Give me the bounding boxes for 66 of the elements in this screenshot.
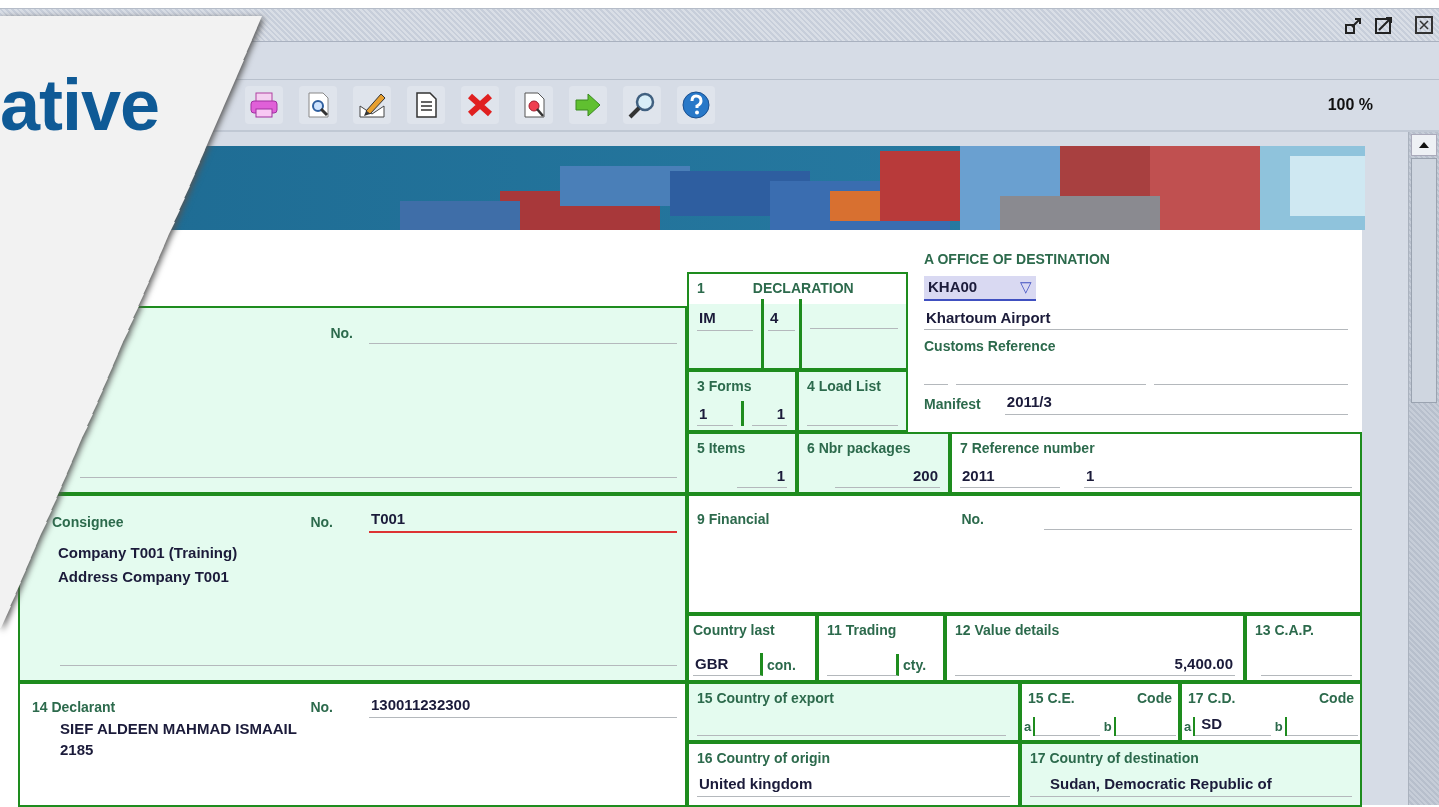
box-number: 1 bbox=[697, 279, 705, 298]
zoom-level: 100 % bbox=[1327, 95, 1373, 115]
destination-code-a-field[interactable]: SD bbox=[1195, 712, 1271, 736]
field-label: 16 Country of origin bbox=[697, 749, 831, 768]
delete-icon[interactable] bbox=[461, 86, 499, 124]
field-label: 11 Trading bbox=[827, 621, 898, 640]
forms-field[interactable]: 1 bbox=[697, 402, 733, 426]
value-field[interactable]: 5,400.00 bbox=[955, 652, 1235, 676]
maximize-icon[interactable] bbox=[1373, 14, 1395, 36]
preview-icon[interactable] bbox=[299, 86, 337, 124]
field-label: 15 Country of export bbox=[697, 689, 835, 708]
reference-number-field[interactable]: 1 bbox=[1084, 464, 1352, 488]
field-suffix: cty. bbox=[903, 656, 927, 675]
field-label: Consignee bbox=[52, 512, 124, 532]
field-label: 15 C.E. bbox=[1028, 689, 1075, 708]
field-label: Customs Reference bbox=[924, 337, 1057, 356]
field-label: Code bbox=[1137, 689, 1172, 708]
trading-field[interactable] bbox=[827, 654, 899, 676]
document-icon[interactable] bbox=[407, 86, 445, 124]
reference-year-field[interactable]: 2011 bbox=[960, 464, 1060, 488]
items-field[interactable]: 1 bbox=[737, 464, 787, 488]
forms-total-field[interactable]: 1 bbox=[751, 402, 787, 426]
search-icon[interactable] bbox=[623, 86, 661, 124]
field-label: 17 C.D. bbox=[1188, 689, 1236, 708]
manifest-field[interactable]: 2011/3 bbox=[1004, 391, 1348, 415]
office-dropdown[interactable]: KHA00 ▽ bbox=[924, 276, 1036, 301]
country-destination-field[interactable]: Sudan, Democratic Republic of bbox=[1030, 773, 1352, 797]
consignee-number-field[interactable]: T001 bbox=[369, 508, 677, 533]
field-label: 9 Financial bbox=[697, 510, 770, 529]
field-label: Manifest bbox=[924, 394, 981, 414]
country-origin-field[interactable]: United kingdom bbox=[697, 773, 1010, 797]
pencil-icon[interactable] bbox=[353, 86, 391, 124]
field-label: 14 Declarant bbox=[32, 697, 116, 717]
number-label: No. bbox=[330, 324, 353, 343]
field-label: 4 Load List bbox=[807, 377, 882, 396]
field-label: 17 Country of destination bbox=[1030, 749, 1200, 768]
field-label: 13 C.A.P. bbox=[1255, 621, 1315, 640]
declaration-type-field[interactable]: IM bbox=[697, 307, 753, 331]
field-label: 7 Reference number bbox=[960, 439, 1096, 458]
scroll-up-icon[interactable] bbox=[1419, 142, 1429, 148]
field-label: 3 Forms bbox=[697, 377, 753, 396]
section-title: A OFFICE OF DESTINATION bbox=[924, 250, 1111, 269]
office-name-field[interactable]: Khartoum Airport bbox=[924, 306, 1348, 330]
field-label: 5 Items bbox=[697, 439, 747, 458]
field-label: 6 Nbr packages bbox=[807, 439, 912, 458]
box-title: DECLARATION bbox=[752, 279, 854, 298]
field-label: Country last bbox=[693, 621, 776, 640]
slide-title: ative bbox=[0, 60, 244, 150]
field-suffix: con. bbox=[767, 656, 796, 675]
close-icon[interactable] bbox=[1413, 14, 1435, 36]
packages-field[interactable]: 200 bbox=[835, 464, 940, 488]
number-label: No. bbox=[961, 510, 984, 529]
arrow-right-icon[interactable] bbox=[569, 86, 607, 124]
number-label: No. bbox=[310, 512, 333, 532]
number-label: No. bbox=[310, 697, 333, 717]
printer-icon[interactable] bbox=[245, 86, 283, 124]
declarant-number-field[interactable]: 130011232300 bbox=[369, 694, 677, 718]
consignee-address-field[interactable]: Company T001 (Training) Address Company T001 bbox=[58, 540, 677, 589]
document-search-icon[interactable] bbox=[515, 86, 553, 124]
declaration-subtype-field[interactable]: 4 bbox=[768, 307, 795, 331]
scrollbar[interactable] bbox=[1408, 132, 1439, 805]
help-icon[interactable] bbox=[677, 86, 715, 124]
field-label: Code bbox=[1319, 689, 1354, 708]
field-label: 12 Value details bbox=[955, 621, 1061, 640]
declarant-address-field[interactable]: SIEF ALDEEN MAHMAD ISMAAIL 2185 bbox=[60, 717, 677, 760]
country-last-field[interactable]: GBR bbox=[693, 652, 763, 676]
